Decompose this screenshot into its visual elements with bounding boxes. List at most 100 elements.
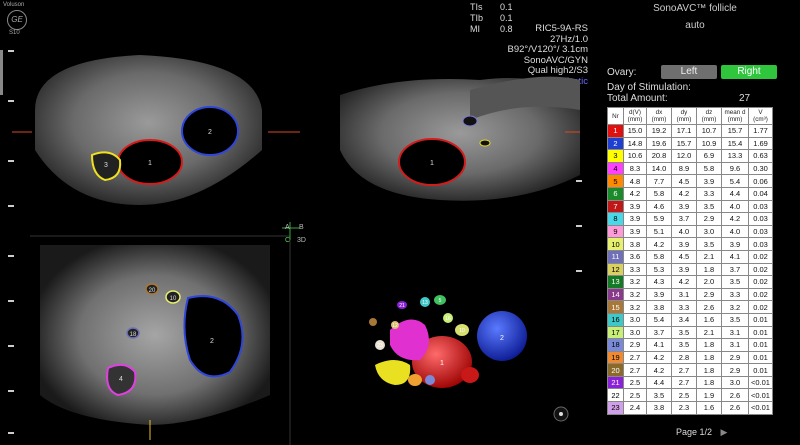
day-of-stimulation: Day of Stimulation: bbox=[607, 82, 691, 93]
cell-dv: 2.5 bbox=[623, 375, 647, 390]
cell-dz: 2.0 bbox=[696, 275, 722, 289]
table-row[interactable]: 6 4.2 5.8 4.2 3.3 4.4 0.04 bbox=[607, 186, 773, 201]
cell-dy: 3.7 bbox=[671, 212, 697, 226]
follicle-label: 10 bbox=[459, 328, 465, 334]
col-dv: d(V) (mm) bbox=[623, 107, 647, 125]
follicle-label: 1 bbox=[430, 160, 434, 167]
cell-dy: 4.5 bbox=[671, 249, 697, 264]
cell-dv: 14.8 bbox=[623, 136, 647, 151]
cell-dz: 1.8 bbox=[696, 350, 722, 365]
table-row[interactable]: 8 3.9 5.9 3.7 2.9 4.2 0.03 bbox=[607, 212, 773, 226]
row-number: 23 bbox=[607, 401, 624, 415]
table-row[interactable]: 1 15.0 19.2 17.1 10.7 15.7 1.77 bbox=[607, 124, 773, 138]
cell-mean-d: 2.6 bbox=[721, 388, 749, 403]
view-marker-b: B bbox=[299, 224, 304, 231]
cell-dv: 3.2 bbox=[623, 275, 647, 289]
table-row[interactable]: 20 2.7 4.2 2.7 1.8 2.9 0.01 bbox=[607, 363, 773, 377]
table-row[interactable]: 22 2.5 3.5 2.5 1.9 2.6 <0.01 bbox=[607, 388, 773, 403]
cell-mean-d: 3.2 bbox=[721, 300, 749, 314]
cell-dv: 3.9 bbox=[623, 224, 647, 239]
follicle-label: 4 bbox=[119, 376, 123, 383]
cell-dz: 1.6 bbox=[696, 312, 722, 327]
cell-dv: 3.2 bbox=[623, 287, 647, 302]
table-row[interactable]: 11 3.6 5.8 4.5 2.1 4.1 0.02 bbox=[607, 249, 773, 264]
table-row[interactable]: 7 3.9 4.6 3.9 3.5 4.0 0.03 bbox=[607, 199, 773, 214]
view-a[interactable]: 1 2 3 bbox=[12, 45, 300, 205]
table-header-row: Nr d(V) (mm) dx (mm) dy (mm) dz (mm) mean d(… bbox=[607, 107, 773, 125]
follicle-label: 10 bbox=[170, 296, 177, 302]
cell-volume: 0.02 bbox=[748, 262, 773, 277]
table-row[interactable]: 12 3.3 5.3 3.9 1.8 3.7 0.02 bbox=[607, 262, 773, 277]
cell-dy: 4.5 bbox=[671, 174, 697, 188]
next-page-icon[interactable]: ▶ bbox=[721, 427, 728, 437]
cell-volume: 0.03 bbox=[748, 212, 773, 226]
cell-dx: 4.1 bbox=[646, 338, 672, 352]
row-number: 20 bbox=[607, 363, 624, 377]
cell-dv: 3.2 bbox=[623, 300, 647, 314]
table-row[interactable]: 3 10.6 20.8 12.0 6.9 13.3 0.63 bbox=[607, 149, 773, 163]
view-b[interactable]: 1 bbox=[340, 76, 580, 201]
total-label: Total Amount: bbox=[607, 93, 668, 104]
cell-dx: 5.3 bbox=[646, 262, 672, 277]
table-row[interactable]: 18 2.9 4.1 3.5 1.8 3.1 0.01 bbox=[607, 338, 773, 352]
cell-mean-d: 3.7 bbox=[721, 262, 749, 277]
cell-mean-d: 2.6 bbox=[721, 401, 749, 415]
cell-dx: 3.8 bbox=[646, 401, 672, 415]
follicle-label: 5 bbox=[439, 298, 442, 304]
row-number: 1 bbox=[607, 124, 624, 138]
cell-dx: 4.2 bbox=[646, 350, 672, 365]
cell-mean-d: 4.4 bbox=[721, 186, 749, 201]
cell-dy: 15.7 bbox=[671, 136, 697, 151]
row-number: 3 bbox=[607, 149, 624, 163]
cell-dx: 4.2 bbox=[646, 363, 672, 377]
cell-mean-d: 3.0 bbox=[721, 375, 749, 390]
cell-volume: 0.01 bbox=[748, 325, 773, 340]
cell-dx: 3.5 bbox=[646, 388, 672, 403]
cell-dv: 3.9 bbox=[623, 212, 647, 226]
table-row[interactable]: 9 3.9 5.1 4.0 3.0 4.0 0.03 bbox=[607, 224, 773, 239]
table-row[interactable]: 5 4.8 7.7 4.5 3.9 5.4 0.06 bbox=[607, 174, 773, 188]
cell-dx: 5.4 bbox=[646, 312, 672, 327]
cell-mean-d: 3.3 bbox=[721, 287, 749, 302]
cell-dy: 8.9 bbox=[671, 161, 697, 176]
table-row[interactable]: 23 2.4 3.8 2.3 1.6 2.6 <0.01 bbox=[607, 401, 773, 415]
cell-volume: <0.01 bbox=[748, 388, 773, 403]
ovary-left-button[interactable]: Left bbox=[661, 65, 717, 79]
ovary-right-button[interactable]: Right bbox=[721, 65, 777, 79]
follicle-label: 2 bbox=[500, 335, 504, 342]
table-row[interactable]: 10 3.8 4.2 3.9 3.5 3.9 0.03 bbox=[607, 237, 773, 251]
table-row[interactable]: 16 3.0 5.4 3.4 1.6 3.5 0.01 bbox=[607, 312, 773, 327]
col-dz: dz (mm) bbox=[696, 107, 722, 125]
table-row[interactable]: 2 14.8 19.6 15.7 10.9 15.4 1.69 bbox=[607, 136, 773, 151]
cell-dx: 5.8 bbox=[646, 186, 672, 201]
follicle-label: 2 bbox=[210, 338, 214, 345]
ultrasound-image-area[interactable]: Voluson GE S10 TIs 0.1 TIb 0.1 MI 0.8 RIC5-… bbox=[0, 0, 590, 445]
table-row[interactable]: 13 3.2 4.3 4.2 2.0 3.5 0.02 bbox=[607, 275, 773, 289]
total-value: 27 bbox=[739, 93, 751, 104]
table-row[interactable]: 14 3.2 3.9 3.1 2.9 3.3 0.02 bbox=[607, 287, 773, 302]
table-row[interactable]: 4 8.3 14.0 8.9 5.8 9.6 0.30 bbox=[607, 161, 773, 176]
cell-dv: 2.4 bbox=[623, 401, 647, 415]
cell-dy: 3.4 bbox=[671, 312, 697, 327]
table-row[interactable]: 21 2.5 4.4 2.7 1.8 3.0 <0.01 bbox=[607, 375, 773, 390]
view-c[interactable]: 2 4 10 18 20 bbox=[40, 245, 270, 440]
view-3d-render[interactable]: 1 2 5 10 12 13 16 21 23 bbox=[369, 295, 569, 422]
row-number: 16 bbox=[607, 312, 624, 327]
col-dx: dx (mm) bbox=[646, 107, 672, 125]
row-number: 10 bbox=[607, 237, 624, 251]
cell-mean-d: 13.3 bbox=[721, 149, 749, 163]
follicle-label: 23 bbox=[377, 343, 383, 349]
pager-label: Page 1/2 bbox=[676, 427, 713, 437]
ultrasound-views: 1 2 3 1 2 4 10 18 20 1 2 5 10 12 13 16 2… bbox=[0, 45, 582, 445]
table-row[interactable]: 17 3.0 3.7 3.5 2.1 3.1 0.01 bbox=[607, 325, 773, 340]
pager[interactable]: Page 1/2 ▶ bbox=[676, 427, 727, 438]
table-row[interactable]: 19 2.7 4.2 2.8 1.8 2.9 0.01 bbox=[607, 350, 773, 365]
cell-dv: 3.3 bbox=[623, 262, 647, 277]
table-row[interactable]: 15 3.2 3.8 3.3 2.6 3.2 0.02 bbox=[607, 300, 773, 314]
cell-dy: 2.7 bbox=[671, 363, 697, 377]
cell-dv: 2.5 bbox=[623, 388, 647, 403]
cell-mean-d: 3.5 bbox=[721, 312, 749, 327]
cell-volume: 0.01 bbox=[748, 312, 773, 327]
cell-dv: 4.2 bbox=[623, 186, 647, 201]
cell-mean-d: 5.4 bbox=[721, 174, 749, 188]
